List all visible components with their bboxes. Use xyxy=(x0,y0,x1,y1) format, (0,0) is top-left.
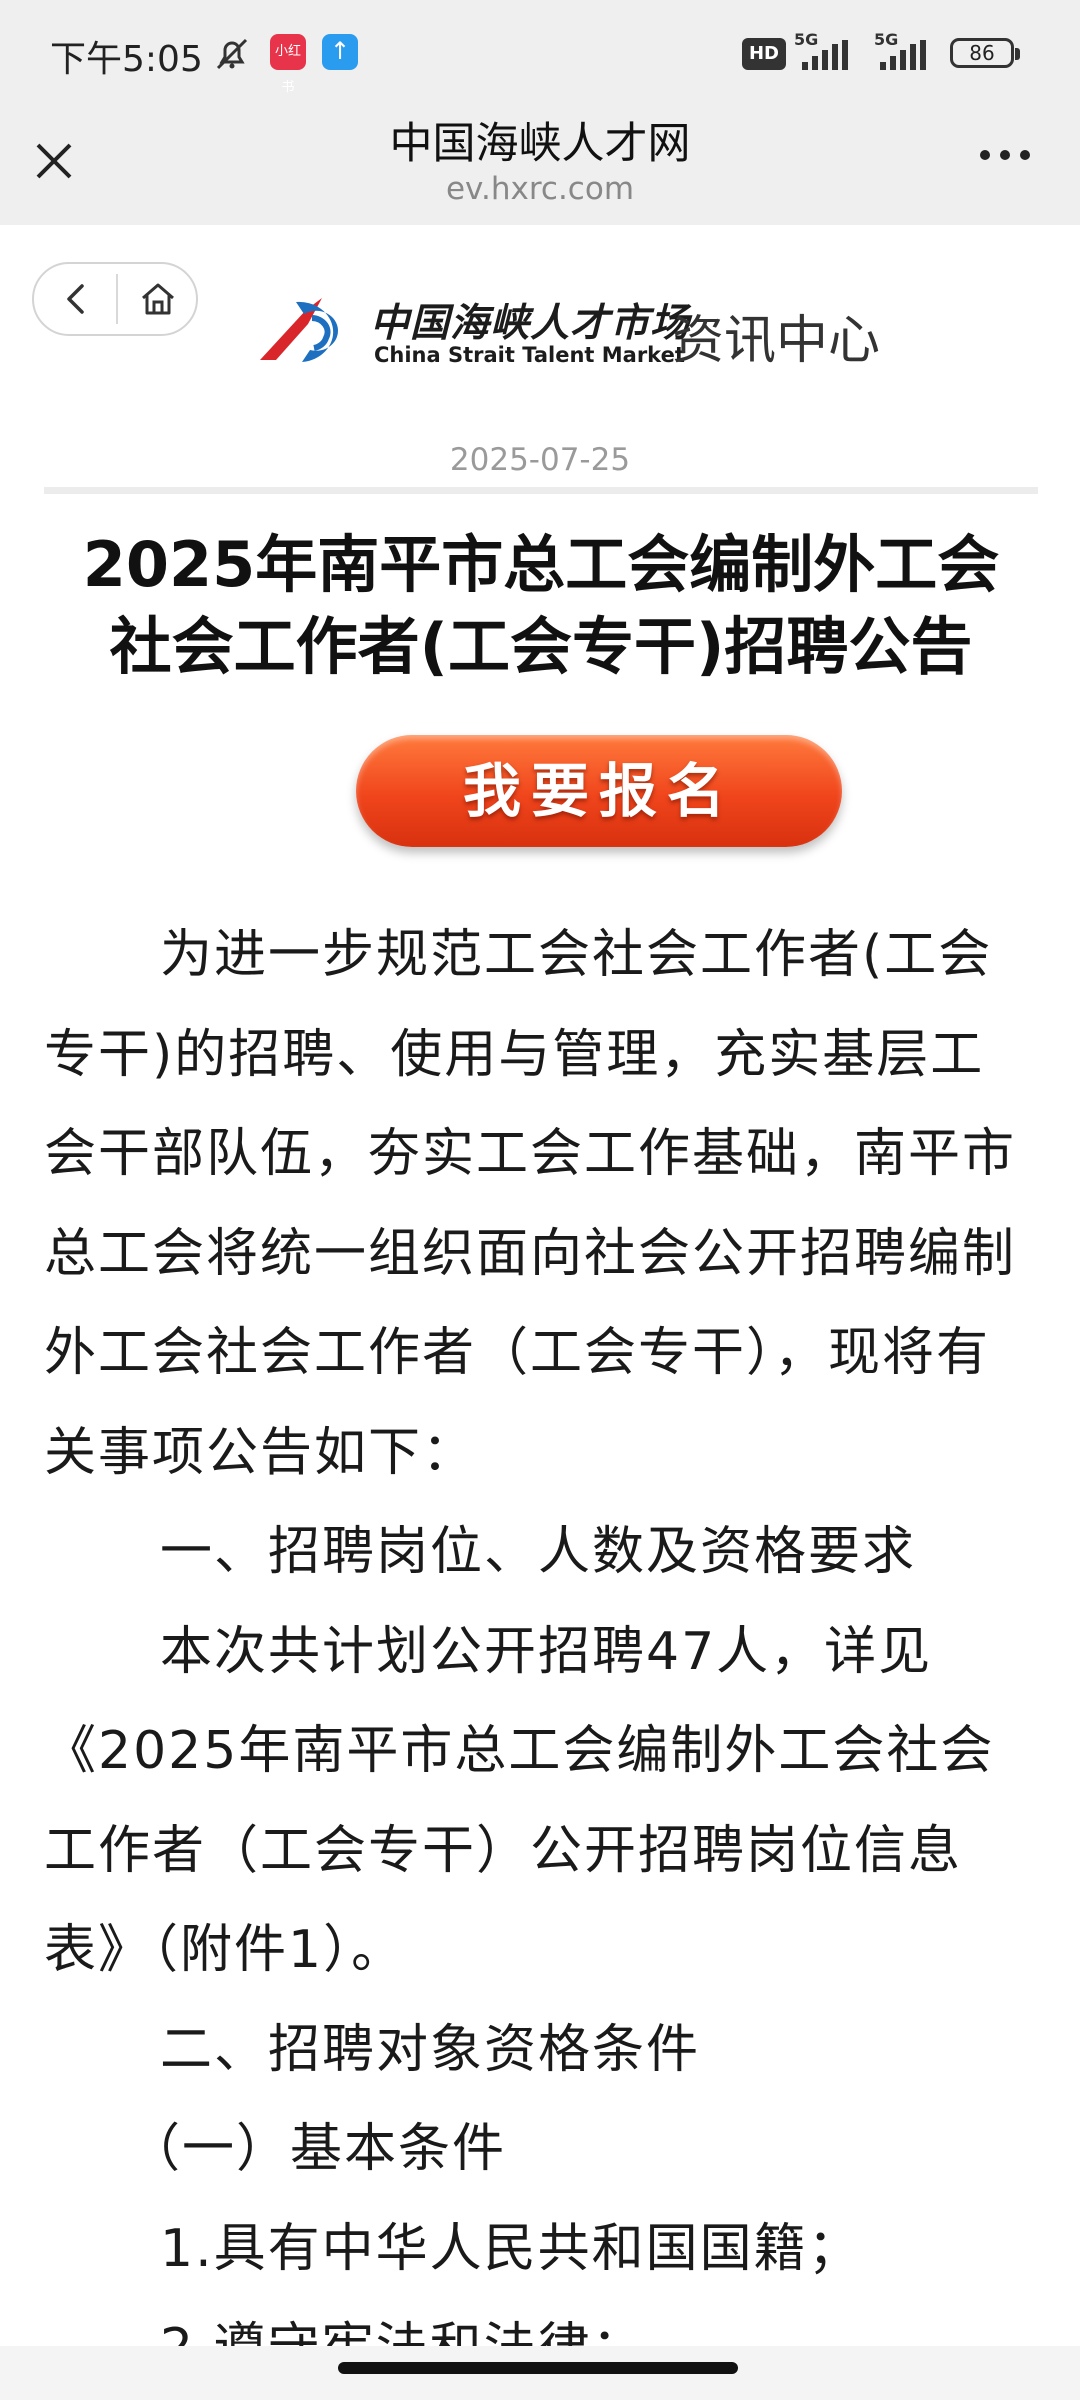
home-button[interactable] xyxy=(134,276,182,322)
more-dot-icon xyxy=(980,150,990,160)
home-indicator[interactable] xyxy=(338,2362,738,2374)
divider-rule xyxy=(44,487,1038,494)
status-time: 下午5:05 xyxy=(50,39,203,80)
more-options-button[interactable] xyxy=(980,145,1040,175)
subsection-heading: （一）基本条件 xyxy=(44,2100,1038,2200)
article-paragraph: 为进一步规范工会社会工作者(工会专干)的招聘、使用与管理，充实基层工会干部队伍，… xyxy=(44,925,1017,1483)
logo-chinese-name: 中国海峡人才市场 xyxy=(370,300,691,346)
xiaohongshu-app-icon: 小红书 xyxy=(270,34,306,95)
status-bar: 下午5:05 小红书 ↑ HD 5G 5G 86 xyxy=(0,0,1080,105)
signal-bars-icon-1 xyxy=(802,40,848,70)
section-heading: 二、招聘对象资格条件 xyxy=(160,2019,701,2080)
article-title: 2025年南平市总工会编制外工会 社会工作者(工会专干)招聘公告 xyxy=(44,524,1038,688)
list-item: 1.具有中华人民共和国国籍； xyxy=(160,2218,862,2279)
nav-divider xyxy=(116,274,118,324)
page-title: 中国海峡人才网 xyxy=(389,119,691,169)
page-url: ev.hxrc.com xyxy=(445,171,635,207)
logo-english-name: China Strait Talent Market xyxy=(374,343,685,367)
signal-bars-icon-2 xyxy=(880,40,926,70)
section-heading: 一、招聘岗位、人数及资格要求 xyxy=(160,1522,917,1582)
page-nav-pill xyxy=(32,262,198,336)
battery-icon: 86 xyxy=(950,38,1020,68)
subsection-heading-text: （一）基本条件 xyxy=(128,2119,507,2179)
signup-button[interactable]: 我要报名 xyxy=(356,735,842,847)
browser-titlebar: 中国海峡人才网 ev.hxrc.com xyxy=(0,105,1080,225)
china-strait-talent-logo-icon xyxy=(260,298,339,362)
article-title-line: 2025年南平市总工会编制外工会 xyxy=(82,528,1000,601)
back-button[interactable] xyxy=(54,276,100,322)
muted-bell-icon xyxy=(216,38,248,70)
hd-voice-icon: HD xyxy=(742,38,786,70)
upload-app-icon: ↑ xyxy=(322,34,358,70)
more-dot-icon xyxy=(1020,150,1030,160)
publish-date: 2025-07-25 xyxy=(449,442,631,478)
more-dot-icon xyxy=(1000,150,1010,160)
section-name: 资讯中心 xyxy=(672,311,881,371)
article-title-line: 社会工作者(工会专干)招聘公告 xyxy=(109,610,973,683)
article-body: 为进一步规范工会社会工作者(工会专干)的招聘、使用与管理，充实基层工会干部队伍，… xyxy=(44,906,1038,2399)
article-paragraph: 本次共计划公开招聘47人，详见《2025年南平市总工会编制外工会社会工作者（工会… xyxy=(44,1621,995,1981)
